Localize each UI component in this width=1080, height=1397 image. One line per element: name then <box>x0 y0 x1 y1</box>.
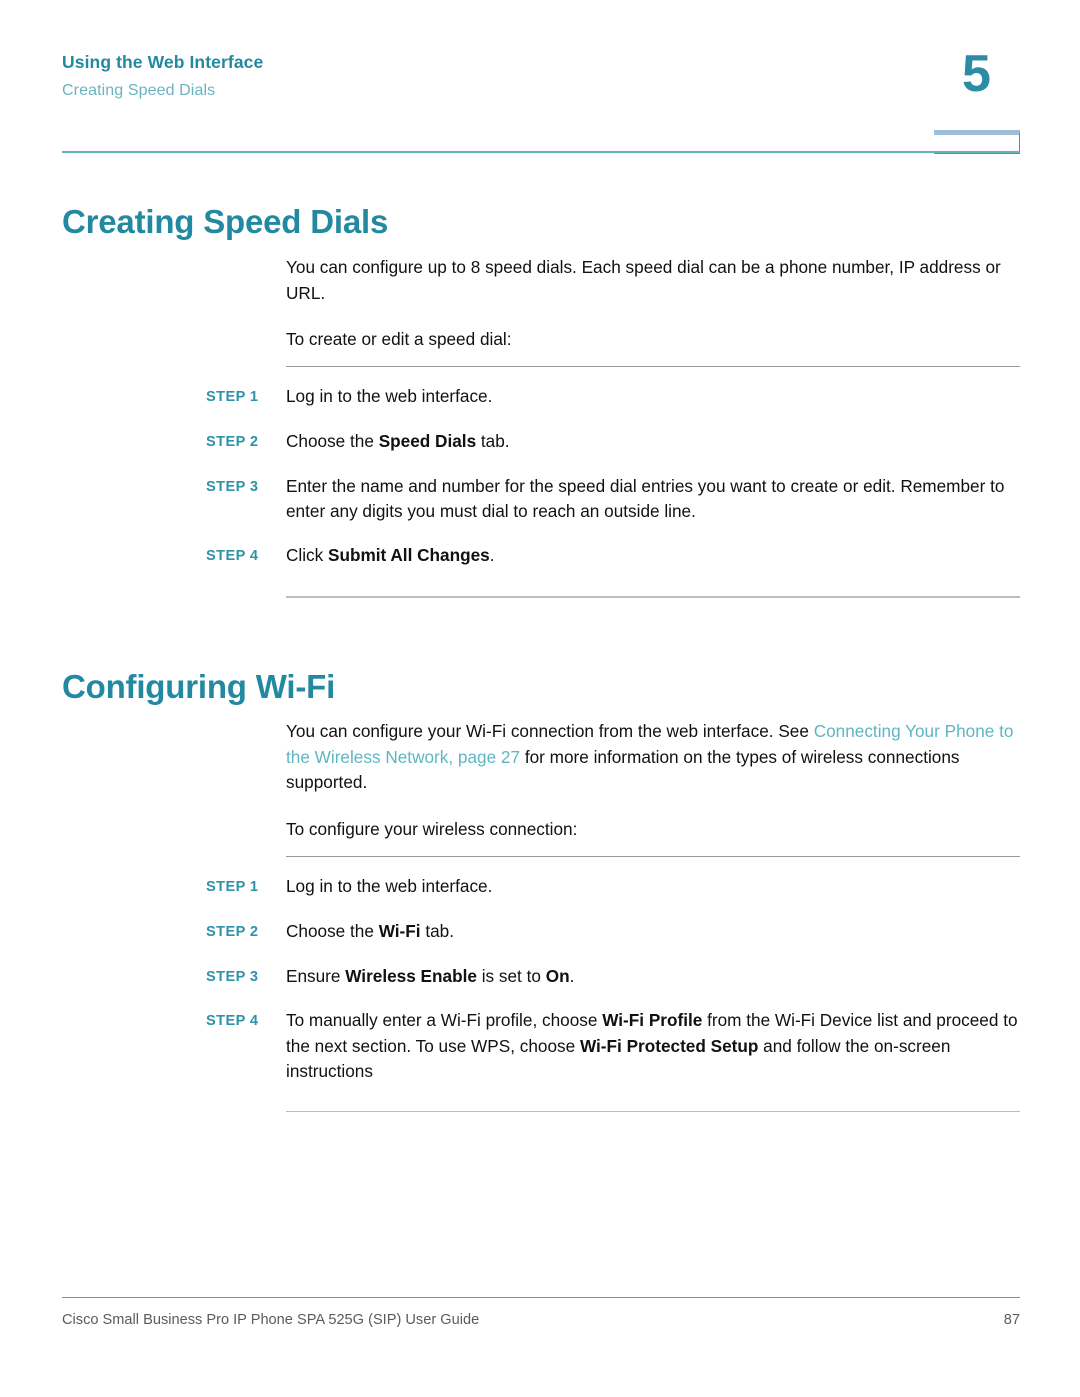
step-label: STEP 2 <box>206 433 259 450</box>
paragraph: To configure your wireless connection: <box>286 818 578 839</box>
step-text-emphasis: Wi-Fi Profile <box>602 1010 703 1031</box>
section-heading-configuring-wifi: Configuring Wi-Fi <box>62 668 336 706</box>
step-item: STEP 2 Choose the Speed Dials tab. <box>206 429 1020 456</box>
step-list-top-rule <box>286 856 1020 858</box>
step-list-bottom-rule <box>286 1110 1020 1113</box>
step-text-part: Log in to the web interface. <box>286 386 493 407</box>
step-text: Choose the Speed Dials tab. <box>286 429 1020 455</box>
step-text: Click Submit All Changes. <box>286 543 1020 569</box>
step-label: STEP 4 <box>206 547 259 564</box>
step-text: Log in to the web interface. <box>286 384 1020 410</box>
step-text-part: Click <box>286 544 329 565</box>
step-text: Enter the name and number for the speed … <box>286 474 1020 525</box>
step-text-emphasis: Submit All Changes <box>328 544 490 565</box>
step-text-part: is set to <box>476 965 546 986</box>
step-item: STEP 1 Log in to the web interface. <box>206 384 1020 411</box>
step-list-creating-speed-dials: STEP 1 Log in to the web interface. STEP… <box>206 366 1020 598</box>
section-body-creating-speed-dials: You can configure up to 8 speed dials. E… <box>286 255 1020 353</box>
step-item: STEP 4 To manually enter a Wi-Fi profile… <box>206 1008 1020 1085</box>
step-label: STEP 3 <box>206 478 259 495</box>
step-list-bottom-rule <box>286 596 1020 598</box>
step-text-part: Log in to the web interface. <box>286 876 493 897</box>
header-section-title: Creating Speed Dials <box>62 81 216 99</box>
paragraph: To create or edit a speed dial: <box>286 329 512 350</box>
step-label: STEP 4 <box>206 1013 259 1030</box>
step-text-part: . <box>569 965 575 986</box>
step-item: STEP 3 Ensure Wireless Enable is set to … <box>206 964 1020 991</box>
page-footer: Cisco Small Business Pro IP Phone SPA 52… <box>62 1311 1020 1330</box>
step-label: STEP 3 <box>206 968 259 985</box>
document-page: Using the Web Interface Creating Speed D… <box>0 0 1080 1397</box>
step-item: STEP 3 Enter the name and number for the… <box>206 474 1020 525</box>
step-text-emphasis: Wireless Enable <box>345 965 477 986</box>
step-text: Ensure Wireless Enable is set to On. <box>286 964 1020 990</box>
step-text-emphasis: Speed Dials <box>378 430 477 451</box>
step-text-part: To manually enter a Wi-Fi profile, choos… <box>286 1010 603 1031</box>
steps: STEP 1 Log in to the web interface. STEP… <box>206 384 1020 569</box>
step-label: STEP 1 <box>206 389 259 406</box>
chapter-number: 5 <box>962 45 991 103</box>
paragraph: You can configure up to 8 speed dials. E… <box>286 257 1001 303</box>
step-item: STEP 4 Click Submit All Changes. <box>206 543 1020 570</box>
step-item: STEP 2 Choose the Wi-Fi tab. <box>206 919 1020 946</box>
header-rule <box>62 151 1020 153</box>
steps: STEP 1 Log in to the web interface. STEP… <box>206 874 1020 1085</box>
section-heading-creating-speed-dials: Creating Speed Dials <box>62 203 389 241</box>
header-chapter-title: Using the Web Interface <box>62 52 264 72</box>
step-text: Log in to the web interface. <box>286 874 1020 900</box>
step-text-part: tab. <box>420 920 454 941</box>
step-text-part: Enter the name and number for the speed … <box>286 475 1005 522</box>
step-text-part: Choose the <box>286 430 379 451</box>
step-list-configuring-wifi: STEP 1 Log in to the web interface. STEP… <box>206 856 1020 1113</box>
paragraph-part: You can configure your Wi-Fi connection … <box>286 721 814 741</box>
section-body-configuring-wifi: You can configure your Wi-Fi connection … <box>286 719 1020 842</box>
step-text: Choose the Wi-Fi tab. <box>286 919 1020 945</box>
step-label: STEP 1 <box>206 879 259 896</box>
footer-rule <box>62 1297 1020 1299</box>
step-text-part: . <box>489 544 495 565</box>
step-item: STEP 1 Log in to the web interface. <box>206 874 1020 901</box>
paragraph: You can configure your Wi-Fi connection … <box>286 719 1020 796</box>
step-text-part: tab. <box>476 430 510 451</box>
step-text-emphasis: Wi-Fi Protected Setup <box>579 1035 759 1056</box>
footer-document-title: Cisco Small Business Pro IP Phone SPA 52… <box>62 1312 480 1328</box>
step-text-part: Choose the <box>286 920 379 941</box>
step-text: To manually enter a Wi-Fi profile, choos… <box>286 1008 1020 1085</box>
step-label: STEP 2 <box>206 923 259 940</box>
step-text-part: Ensure <box>286 965 346 986</box>
step-text-emphasis: On <box>545 965 570 986</box>
step-list-top-rule <box>286 366 1020 368</box>
running-header: Using the Web Interface Creating Speed D… <box>62 52 1022 101</box>
step-text-emphasis: Wi-Fi <box>378 920 421 941</box>
footer-page-number: 87 <box>1003 1312 1020 1328</box>
